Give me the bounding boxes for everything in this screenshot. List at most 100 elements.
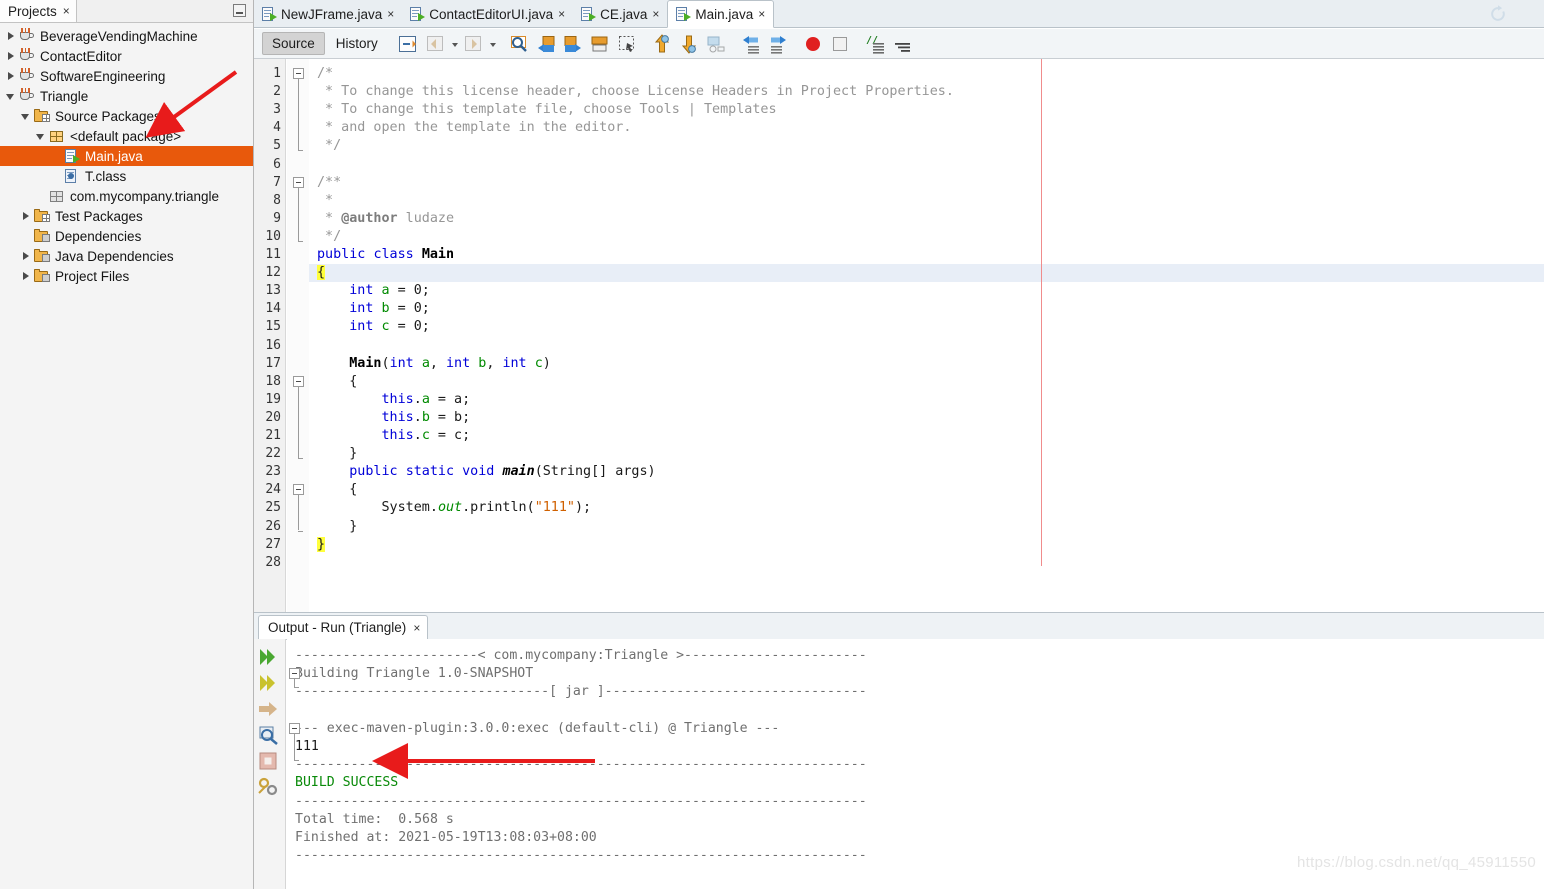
rerun-alt-icon[interactable] [256, 671, 282, 697]
rerun-icon[interactable] [256, 645, 282, 671]
shift-line-left-icon[interactable] [740, 33, 765, 55]
tree-twisty-collapsed[interactable] [4, 49, 18, 63]
watermark: https://blog.csdn.net/qq_45911550 [1297, 854, 1536, 871]
stop-icon[interactable] [256, 749, 282, 775]
tab-history[interactable]: History [327, 33, 387, 54]
select-block-icon[interactable] [616, 33, 641, 55]
line-number: 28 [265, 554, 281, 570]
go-to-source-icon[interactable] [256, 697, 282, 723]
fold-toggle[interactable] [293, 68, 304, 79]
previous-error-icon[interactable] [651, 33, 676, 55]
tree-item-project-files[interactable]: Project Files [0, 266, 253, 286]
code-line: */ [317, 138, 342, 154]
close-icon[interactable]: × [558, 8, 565, 20]
comment-icon[interactable]: // [864, 33, 889, 55]
tree-twisty-collapsed[interactable] [4, 29, 18, 43]
fold-toggle[interactable] [293, 484, 304, 496]
close-icon[interactable]: × [652, 8, 659, 20]
tree-item-label: com.mycompany.triangle [70, 188, 220, 204]
uncomment-icon[interactable] [891, 33, 916, 55]
back-dropdown-icon[interactable] [451, 33, 460, 55]
tree-item-label: Source Packages [55, 108, 161, 124]
minimize-window-button[interactable] [233, 4, 246, 17]
netbeans-ide-window: Projects × BeverageVendingMachine Contact… [0, 0, 1544, 889]
project-files-folder-icon [33, 268, 50, 284]
tree-twisty-collapsed[interactable] [4, 69, 18, 83]
fold-toggle[interactable] [293, 375, 304, 387]
toggle-highlight-icon[interactable] [705, 33, 730, 55]
forward-icon[interactable] [462, 33, 487, 55]
tree-twisty-collapsed[interactable] [19, 269, 33, 283]
tree-item-source-packages[interactable]: Source Packages [0, 106, 253, 126]
code-editor[interactable]: 1 2 3 4 5 6 7 8 9 10 11 12 13 14 15 16 17 18 19 20 21 22 23 24 2… [254, 59, 1544, 612]
output-fold-toggle[interactable] [289, 668, 300, 680]
shift-line-right-icon[interactable] [767, 33, 792, 55]
output-fold-line [294, 679, 295, 688]
line-number: 16 [265, 337, 281, 353]
code-fold-column[interactable] [287, 59, 309, 612]
tree-twisty-expanded[interactable] [4, 89, 18, 103]
editor-tab-contacteditorui-java[interactable]: ContactEditorUI.java × [402, 0, 573, 28]
output-text[interactable]: -----------------------< com.mycompany:T… [287, 639, 1544, 889]
tree-item-test-packages[interactable]: Test Packages [0, 206, 253, 226]
project-icon [18, 48, 35, 64]
tree-twisty-collapsed[interactable] [19, 209, 33, 223]
fold-toggle[interactable] [293, 176, 304, 188]
forward-dropdown-icon[interactable] [489, 33, 498, 55]
editor-tab-main-java[interactable]: Main.java × [667, 0, 775, 28]
tree-item-t-class[interactable]: T.class [0, 166, 253, 186]
tree-item-label: Dependencies [55, 228, 142, 244]
tree-twisty-collapsed[interactable] [19, 249, 33, 263]
tree-item-main-java[interactable]: Main.java [0, 146, 253, 166]
start-macro-recording-icon[interactable] [802, 33, 827, 55]
stop-macro-recording-icon[interactable] [829, 33, 854, 55]
settings-icon[interactable] [256, 775, 282, 801]
tree-item-beveragevendingmachine[interactable]: BeverageVendingMachine [0, 26, 253, 46]
find-icon[interactable] [256, 723, 282, 749]
fold-line [298, 79, 299, 151]
refresh-icon[interactable] [1488, 4, 1508, 24]
line-number: 20 [265, 409, 281, 425]
tree-twisty-expanded[interactable] [19, 109, 33, 123]
back-icon[interactable] [424, 33, 449, 55]
toggle-bookmark-icon[interactable] [397, 33, 422, 55]
output-tabbar: Output - Run (Triangle) × [254, 613, 1544, 640]
output-fold-column[interactable] [287, 639, 309, 889]
tree-item-default-package[interactable]: <default package> [0, 126, 253, 146]
line-number: 10 [265, 228, 281, 244]
java-file-icon [63, 148, 80, 164]
close-icon[interactable]: × [758, 8, 765, 20]
close-icon[interactable]: × [387, 8, 394, 20]
projects-tab[interactable]: Projects × [0, 0, 77, 22]
tab-source[interactable]: Source [262, 32, 325, 55]
output-line: ----------------------------------------… [295, 757, 867, 773]
code-line: * and open the template in the editor. [317, 120, 632, 136]
editor-tab-ce-java[interactable]: CE.java × [573, 0, 667, 28]
previous-bookmark-icon[interactable] [535, 33, 560, 55]
output-line: -----------------------< com.mycompany:T… [295, 648, 867, 663]
editor-tab-newjframe-java[interactable]: NewJFrame.java × [254, 0, 402, 28]
line-number: 11 [265, 247, 281, 262]
close-icon[interactable]: × [413, 622, 420, 634]
toggle-rectangular-selection-icon[interactable] [589, 33, 614, 55]
tree-item-java-dependencies[interactable]: Java Dependencies [0, 246, 253, 266]
tree-item-dependencies[interactable]: Dependencies [0, 226, 253, 246]
find-selection-icon[interactable] [508, 33, 533, 55]
project-tree[interactable]: BeverageVendingMachine ContactEditor Softw… [0, 23, 253, 889]
tree-twisty-expanded[interactable] [34, 129, 48, 143]
close-icon[interactable]: × [63, 5, 70, 17]
editor-tab-label: ContactEditorUI.java [429, 6, 554, 22]
output-fold-toggle[interactable] [289, 722, 300, 734]
tree-item-contacteditor[interactable]: ContactEditor [0, 46, 253, 66]
next-error-icon[interactable] [678, 33, 703, 55]
code-text-area[interactable]: /* * To change this license header, choo… [309, 59, 1544, 612]
tree-item-softwareengineering[interactable]: SoftwareEngineering [0, 66, 253, 86]
output-tab-run-triangle[interactable]: Output - Run (Triangle) × [258, 615, 429, 639]
next-bookmark-icon[interactable] [562, 33, 587, 55]
tree-item-triangle[interactable]: Triangle [0, 86, 253, 106]
tree-item-com-mycompany-triangle[interactable]: com.mycompany.triangle [0, 186, 253, 206]
